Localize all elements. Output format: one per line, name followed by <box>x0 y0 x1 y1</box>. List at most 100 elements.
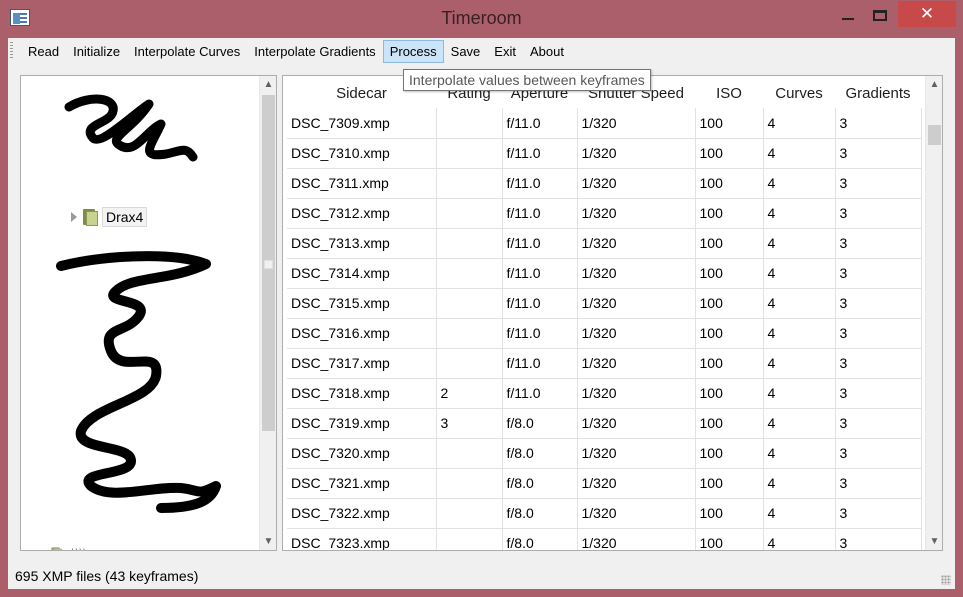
cell-gradients[interactable]: 3 <box>835 228 922 259</box>
cell-aperture[interactable]: f/11.0 <box>502 258 578 289</box>
grid-scrollbar[interactable]: ▲ ▼ <box>925 76 942 550</box>
folder-tree[interactable]: Drax4 \\\\ ▲ ▼ <box>20 75 277 551</box>
cell-aperture[interactable]: f/11.0 <box>502 198 578 229</box>
table-row[interactable]: DSC_7319.xmp 3 f/8.0 1/320 100 4 3 <box>287 408 922 439</box>
tree-scrollbar[interactable]: ▲ ▼ <box>259 76 276 550</box>
cell-gradients[interactable]: 3 <box>835 198 922 229</box>
cell-rating[interactable] <box>436 258 503 289</box>
menu-save[interactable]: Save <box>444 40 488 63</box>
table-row[interactable]: DSC_7309.xmp f/11.0 1/320 100 4 3 <box>287 108 922 139</box>
cell-iso[interactable]: 100 <box>695 348 764 379</box>
cell-shutter-speed[interactable]: 1/320 <box>577 228 696 259</box>
menu-about[interactable]: About <box>523 40 571 63</box>
cell-iso[interactable]: 100 <box>695 438 764 469</box>
cell-shutter-speed[interactable]: 1/320 <box>577 318 696 349</box>
cell-rating[interactable]: 3 <box>436 408 503 439</box>
cell-iso[interactable]: 100 <box>695 378 764 409</box>
cell-gradients[interactable]: 3 <box>835 168 922 199</box>
cell-aperture[interactable]: f/8.0 <box>502 528 578 550</box>
cell-shutter-speed[interactable]: 1/320 <box>577 468 696 499</box>
cell-rating[interactable] <box>436 498 503 529</box>
cell-shutter-speed[interactable]: 1/320 <box>577 408 696 439</box>
cell-iso[interactable]: 100 <box>695 138 764 169</box>
cell-aperture[interactable]: f/11.0 <box>502 138 578 169</box>
cell-aperture[interactable]: f/11.0 <box>502 378 578 409</box>
cell-gradients[interactable]: 3 <box>835 258 922 289</box>
cell-curves[interactable]: 4 <box>763 288 836 319</box>
cell-iso[interactable]: 100 <box>695 258 764 289</box>
cell-shutter-speed[interactable]: 1/320 <box>577 288 696 319</box>
column-header-iso[interactable]: ISO <box>695 78 763 108</box>
cell-curves[interactable]: 4 <box>763 468 836 499</box>
cell-sidecar[interactable]: DSC_7314.xmp <box>287 258 437 289</box>
maximize-button[interactable] <box>860 1 900 29</box>
cell-gradients[interactable]: 3 <box>835 438 922 469</box>
tree-item-partial[interactable]: \\\\ <box>49 544 87 550</box>
cell-shutter-speed[interactable]: 1/320 <box>577 378 696 409</box>
cell-sidecar[interactable]: DSC_7323.xmp <box>287 528 437 550</box>
table-row[interactable]: DSC_7314.xmp f/11.0 1/320 100 4 3 <box>287 258 922 289</box>
menu-initialize[interactable]: Initialize <box>66 40 127 63</box>
cell-sidecar[interactable]: DSC_7311.xmp <box>287 168 437 199</box>
table-row[interactable]: DSC_7318.xmp 2 f/11.0 1/320 100 4 3 <box>287 378 922 409</box>
cell-shutter-speed[interactable]: 1/320 <box>577 108 696 139</box>
cell-iso[interactable]: 100 <box>695 468 764 499</box>
cell-gradients[interactable]: 3 <box>835 108 922 139</box>
cell-curves[interactable]: 4 <box>763 498 836 529</box>
cell-rating[interactable] <box>436 198 503 229</box>
cell-rating[interactable] <box>436 348 503 379</box>
cell-sidecar[interactable]: DSC_7315.xmp <box>287 288 437 319</box>
cell-iso[interactable]: 100 <box>695 198 764 229</box>
cell-curves[interactable]: 4 <box>763 408 836 439</box>
cell-rating[interactable] <box>436 468 503 499</box>
cell-iso[interactable]: 100 <box>695 498 764 529</box>
cell-aperture[interactable]: f/8.0 <box>502 468 578 499</box>
cell-shutter-speed[interactable]: 1/320 <box>577 258 696 289</box>
cell-shutter-speed[interactable]: 1/320 <box>577 438 696 469</box>
cell-curves[interactable]: 4 <box>763 318 836 349</box>
cell-curves[interactable]: 4 <box>763 168 836 199</box>
cell-iso[interactable]: 100 <box>695 108 764 139</box>
menu-interpolate-curves[interactable]: Interpolate Curves <box>127 40 247 63</box>
scroll-thumb[interactable] <box>928 125 941 145</box>
cell-sidecar[interactable]: DSC_7319.xmp <box>287 408 437 439</box>
table-row[interactable]: DSC_7323.xmp f/8.0 1/320 100 4 3 <box>287 528 922 550</box>
menu-read[interactable]: Read <box>21 40 66 63</box>
cell-curves[interactable]: 4 <box>763 378 836 409</box>
title-bar[interactable]: Timeroom ✕ <box>0 0 963 38</box>
cell-sidecar[interactable]: DSC_7320.xmp <box>287 438 437 469</box>
table-row[interactable]: DSC_7321.xmp f/8.0 1/320 100 4 3 <box>287 468 922 499</box>
tree-item-drax4[interactable]: Drax4 <box>71 207 148 227</box>
menu-process[interactable]: Process <box>382 39 444 63</box>
cell-rating[interactable] <box>436 288 503 319</box>
cell-aperture[interactable]: f/8.0 <box>502 408 578 439</box>
cell-aperture[interactable]: f/8.0 <box>502 438 578 469</box>
cell-sidecar[interactable]: DSC_7312.xmp <box>287 198 437 229</box>
cell-aperture[interactable]: f/11.0 <box>502 108 578 139</box>
cell-shutter-speed[interactable]: 1/320 <box>577 348 696 379</box>
cell-aperture[interactable]: f/8.0 <box>502 498 578 529</box>
cell-gradients[interactable]: 3 <box>835 408 922 439</box>
cell-rating[interactable] <box>436 108 503 139</box>
cell-sidecar[interactable]: DSC_7316.xmp <box>287 318 437 349</box>
cell-shutter-speed[interactable]: 1/320 <box>577 498 696 529</box>
table-row[interactable]: DSC_7316.xmp f/11.0 1/320 100 4 3 <box>287 318 922 349</box>
table-row[interactable]: DSC_7310.xmp f/11.0 1/320 100 4 3 <box>287 138 922 169</box>
cell-sidecar[interactable]: DSC_7309.xmp <box>287 108 437 139</box>
cell-rating[interactable] <box>436 228 503 259</box>
cell-aperture[interactable]: f/11.0 <box>502 288 578 319</box>
cell-sidecar[interactable]: DSC_7317.xmp <box>287 348 437 379</box>
cell-shutter-speed[interactable]: 1/320 <box>577 168 696 199</box>
scroll-down-icon[interactable]: ▼ <box>926 533 942 550</box>
close-button[interactable]: ✕ <box>898 1 956 27</box>
menu-interpolate-gradients[interactable]: Interpolate Gradients <box>247 40 382 63</box>
table-row[interactable]: DSC_7317.xmp f/11.0 1/320 100 4 3 <box>287 348 922 379</box>
cell-shutter-speed[interactable]: 1/320 <box>577 198 696 229</box>
column-header-curves[interactable]: Curves <box>763 78 835 108</box>
cell-curves[interactable]: 4 <box>763 228 836 259</box>
column-header-gradients[interactable]: Gradients <box>835 78 921 108</box>
cell-aperture[interactable]: f/11.0 <box>502 168 578 199</box>
expand-arrow-icon[interactable] <box>71 212 77 222</box>
cell-curves[interactable]: 4 <box>763 138 836 169</box>
cell-gradients[interactable]: 3 <box>835 528 922 550</box>
